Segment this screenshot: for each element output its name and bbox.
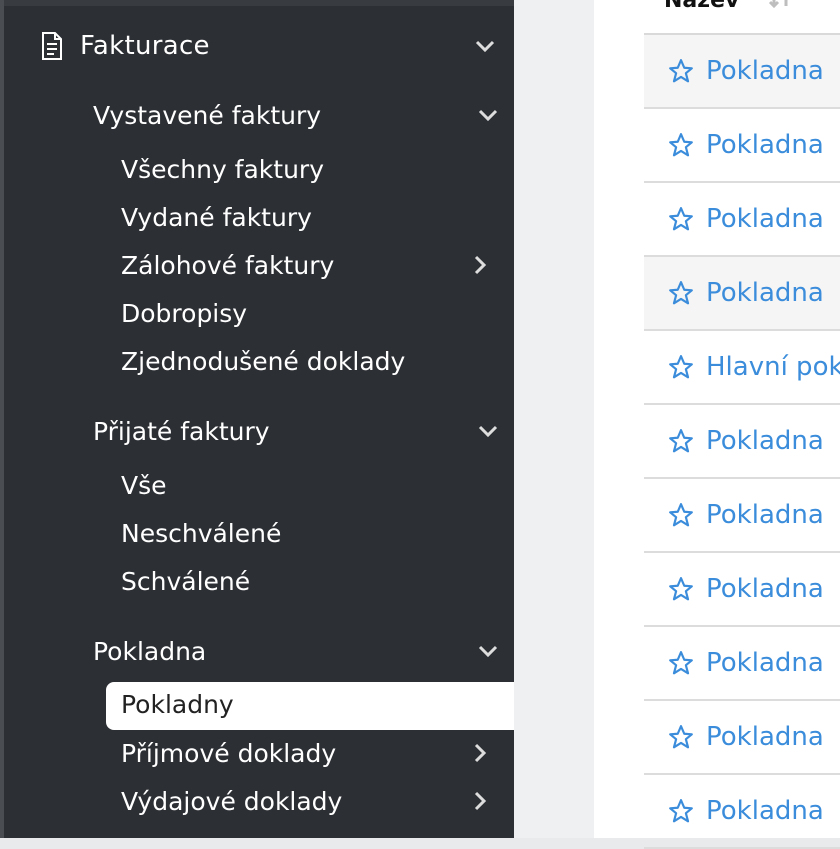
star-icon[interactable] (668, 206, 694, 232)
star-icon[interactable] (668, 724, 694, 750)
sort-icon[interactable] (768, 0, 792, 8)
row-name-link[interactable]: Pokladna (706, 204, 824, 234)
row-name-link[interactable]: Pokladna (706, 500, 824, 530)
table-row[interactable]: Pokladna (644, 553, 840, 627)
sidebar-top-edge (4, 0, 518, 6)
row-name-link[interactable]: Pokladna (706, 426, 824, 456)
column-header-nazev[interactable]: Název (664, 0, 739, 13)
sidebar-item-label: Pokladny (121, 690, 234, 719)
chevron-right-icon (474, 791, 487, 811)
sidebar-item-vydane-faktury[interactable]: Vydané faktury (121, 199, 491, 235)
sidebar-item-zalohove-faktury[interactable]: Zálohové faktury (121, 247, 491, 283)
sidebar-group-vystavene-faktury[interactable]: Vystavené faktury (93, 97, 499, 133)
sidebar-item-vse[interactable]: Vše (121, 467, 491, 503)
document-icon (42, 32, 62, 60)
chevron-down-icon (478, 109, 498, 122)
table-row[interactable]: Hlavní pok (644, 331, 840, 405)
sidebar-item-label: Zálohové faktury (121, 250, 335, 280)
sidebar-item-prijmove-doklady[interactable]: Příjmové doklady (121, 735, 491, 771)
star-icon[interactable] (668, 132, 694, 158)
sidebar-item-vydajove-doklady[interactable]: Výdajové doklady (121, 783, 491, 819)
sidebar-item-label: Příjmové doklady (121, 738, 337, 768)
table-row[interactable]: Pokladna (644, 35, 840, 109)
row-name-link[interactable]: Pokladna (706, 796, 824, 826)
sidebar-item-label: Zjednodušené doklady (121, 346, 406, 376)
sidebar-item-label: Výdajové doklady (121, 786, 343, 816)
table-row[interactable]: Pokladna (644, 183, 840, 257)
sidebar-item-label: Vydané faktury (121, 202, 312, 232)
table-row[interactable]: Pokladna (644, 479, 840, 553)
sidebar-item-neschvalene[interactable]: Neschválené (121, 515, 491, 551)
star-icon[interactable] (668, 502, 694, 528)
sidebar-item-zjednodusene-doklady[interactable]: Zjednodušené doklady (121, 343, 491, 379)
row-name-link[interactable]: Pokladna (706, 278, 824, 308)
chevron-down-icon (478, 425, 498, 438)
sidebar-item-label: Schválené (121, 566, 251, 596)
sidebar-section-label: Fakturace (80, 31, 210, 61)
star-icon[interactable] (668, 650, 694, 676)
sidebar-item-schvalene[interactable]: Schválené (121, 563, 491, 599)
main-area: Název Pokladna Pokladna Pokladna Pokladn… (514, 0, 840, 849)
star-icon[interactable] (668, 280, 694, 306)
star-icon[interactable] (668, 798, 694, 824)
sidebar-group-pokladna[interactable]: Pokladna (93, 633, 499, 669)
star-icon[interactable] (668, 354, 694, 380)
sidebar-item-label: Neschválené (121, 518, 282, 548)
table-row[interactable]: Pokladna (644, 627, 840, 701)
chevron-down-icon (478, 645, 498, 658)
sidebar-item-label: Vše (121, 470, 167, 500)
sidebar: Fakturace Vystavené faktury Všechny fakt… (0, 0, 518, 838)
row-name-link[interactable]: Pokladna (706, 56, 824, 86)
sidebar-item-label: Dobropisy (121, 298, 248, 328)
star-icon[interactable] (668, 576, 694, 602)
sidebar-item-vsechny-faktury[interactable]: Všechny faktury (121, 151, 491, 187)
row-name-link[interactable]: Pokladna (706, 130, 824, 160)
row-name-link[interactable]: Pokladna (706, 648, 824, 678)
table-row[interactable]: Pokladna (644, 257, 840, 331)
star-icon[interactable] (668, 58, 694, 84)
sidebar-group-prijate-faktury[interactable]: Přijaté faktury (93, 413, 499, 449)
sidebar-group-label: Přijaté faktury (93, 416, 270, 446)
sidebar-item-dobropisy[interactable]: Dobropisy (121, 295, 491, 331)
sidebar-group-label: Pokladna (93, 636, 207, 666)
table-row[interactable]: Pokladna (644, 405, 840, 479)
row-name-link[interactable]: Hlavní pok (706, 352, 840, 382)
row-name-link[interactable]: Pokladna (706, 722, 824, 752)
sidebar-item-label: Všechny faktury (121, 154, 325, 184)
table-panel: Název Pokladna Pokladna Pokladna Pokladn… (594, 0, 840, 849)
row-name-link[interactable]: Pokladna (706, 574, 824, 604)
sidebar-section-fakturace[interactable]: Fakturace (40, 26, 502, 66)
sidebar-group-label: Vystavené faktury (93, 100, 322, 130)
chevron-right-icon (474, 743, 487, 763)
star-icon[interactable] (668, 428, 694, 454)
chevron-down-icon (475, 40, 495, 53)
table-row[interactable]: Pokladna (644, 701, 840, 775)
table-row[interactable]: Pokladna (644, 109, 840, 183)
sidebar-item-pokladny[interactable]: Pokladny (106, 682, 518, 730)
chevron-right-icon (474, 255, 487, 275)
